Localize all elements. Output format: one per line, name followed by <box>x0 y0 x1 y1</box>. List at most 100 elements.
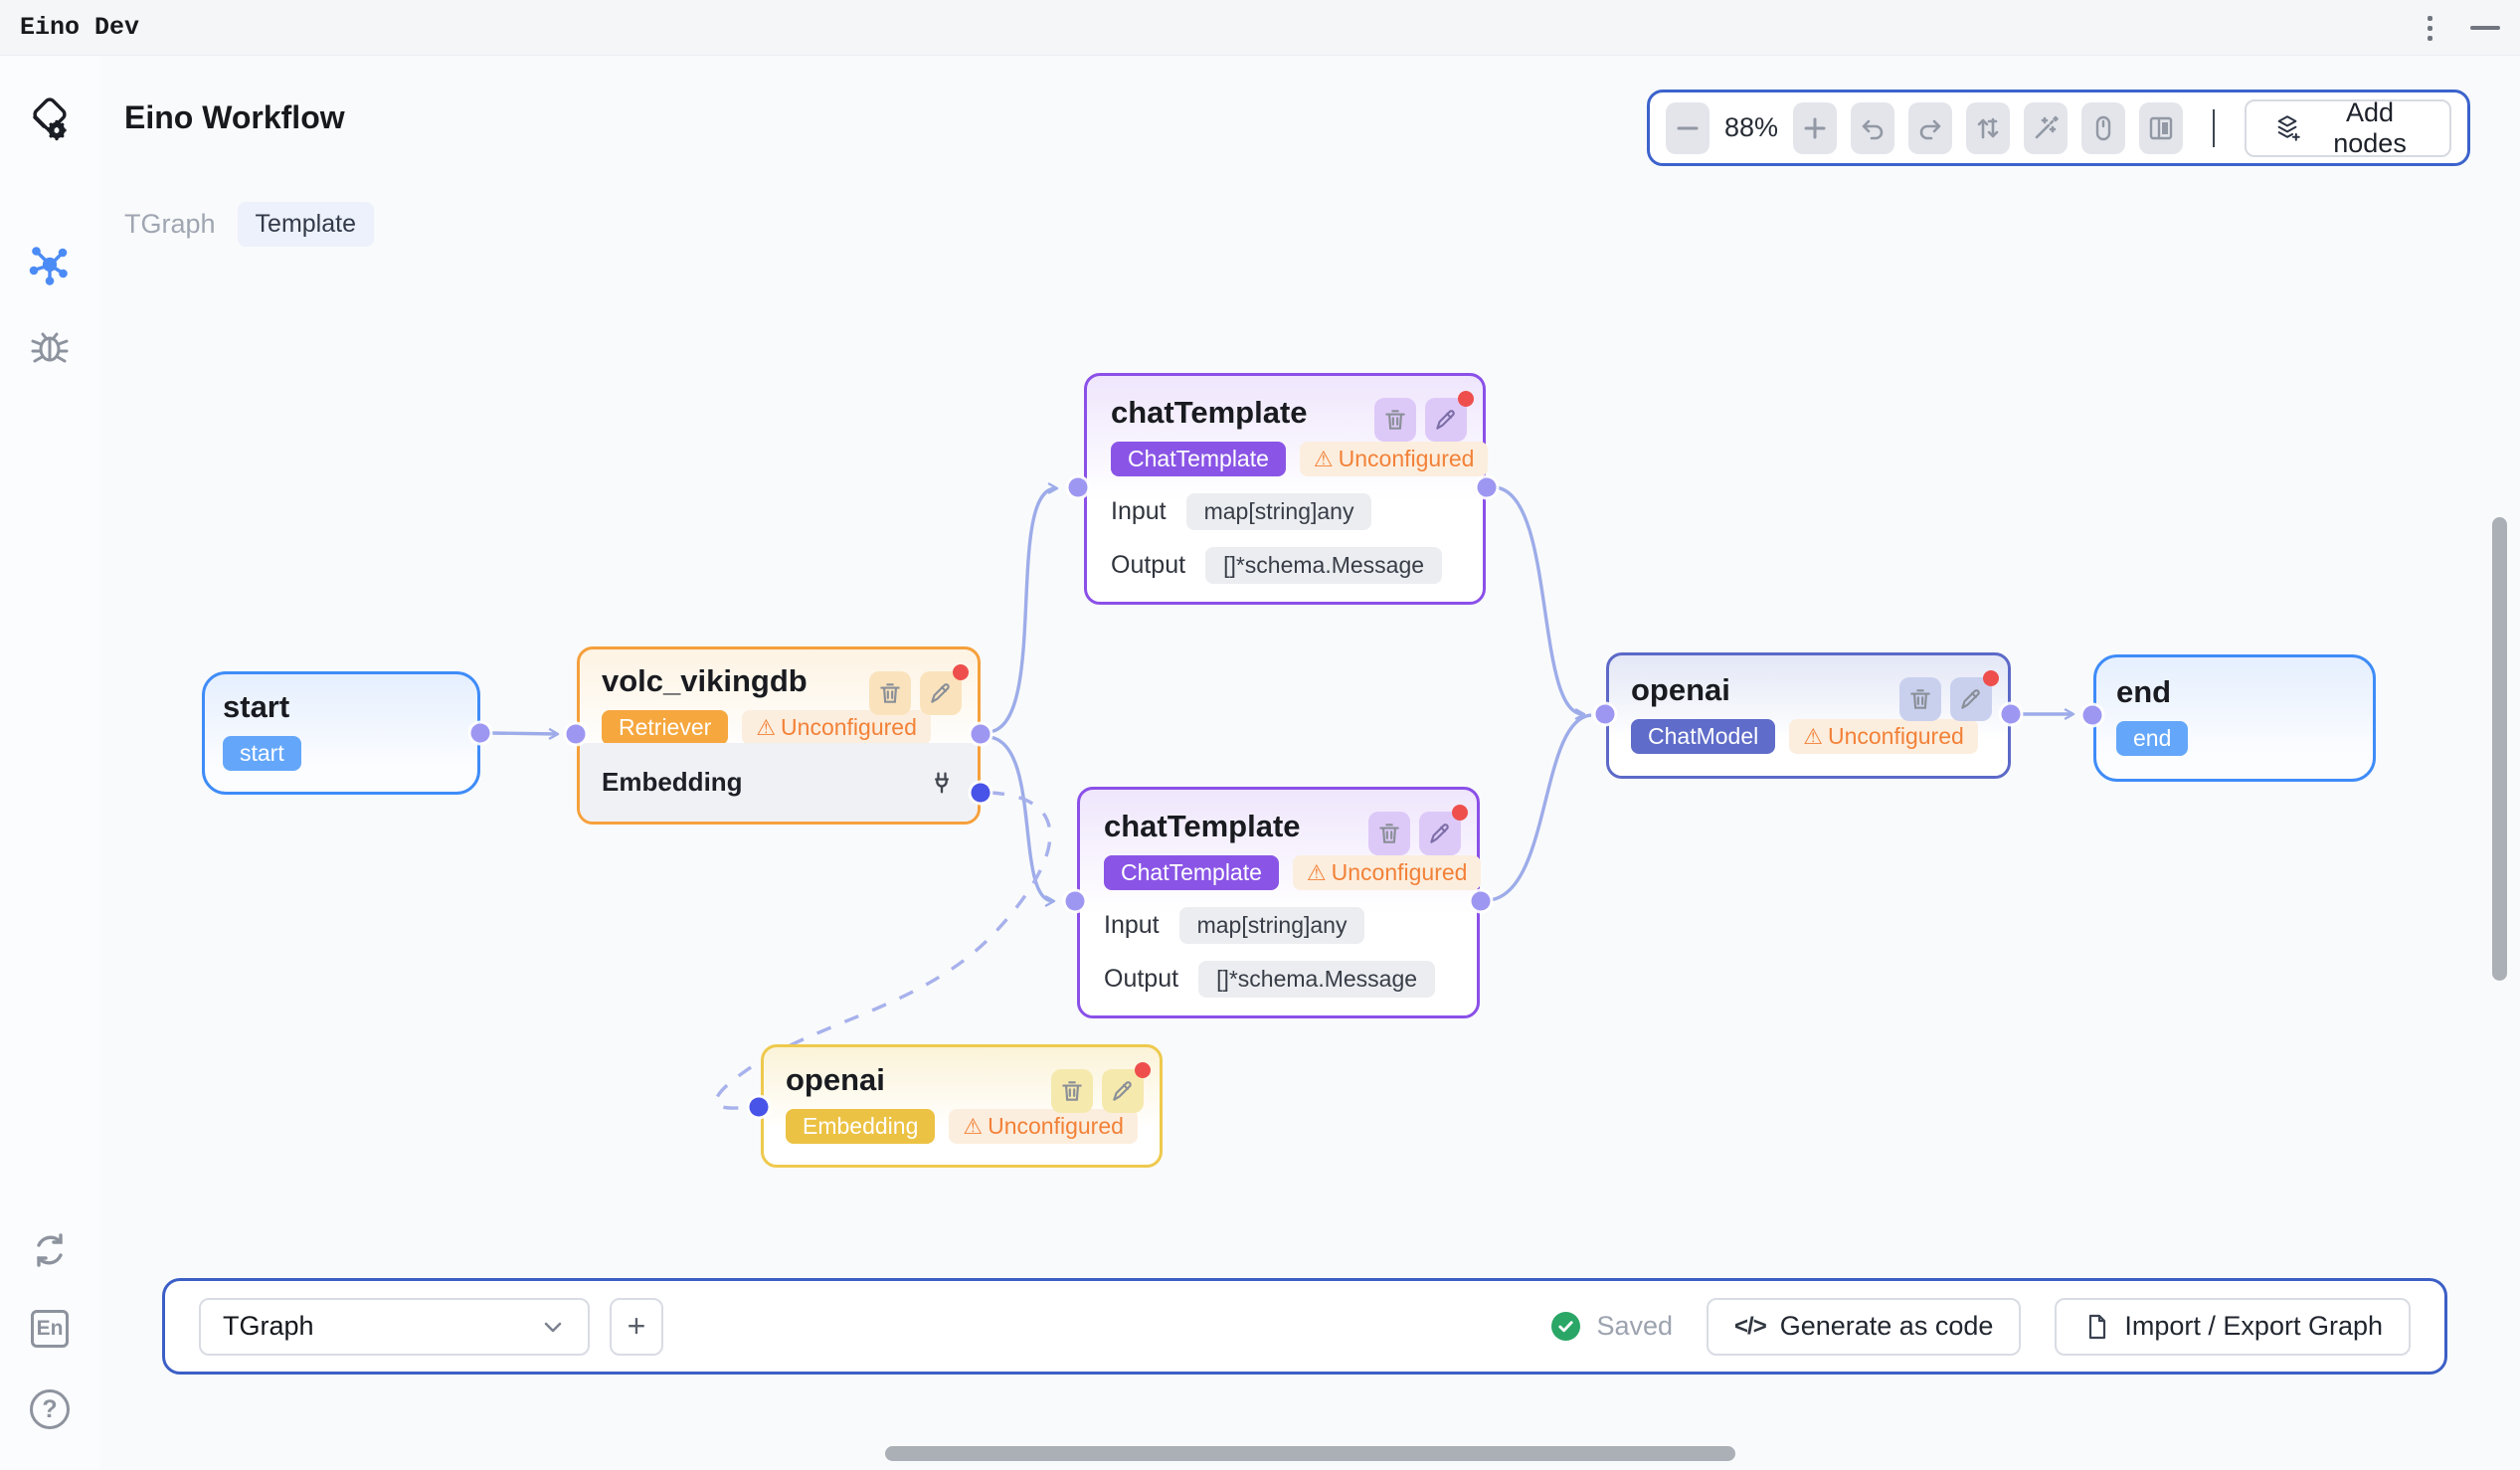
port-volc-embedding[interactable] <box>972 784 990 803</box>
titlebar: Eino Dev <box>0 0 2520 56</box>
eino-logo-icon[interactable] <box>24 95 76 147</box>
saved-check-icon <box>1551 1312 1580 1341</box>
edge-volc-to-chattemplate-bottom <box>990 737 1053 901</box>
eino-dev-window: Eino Dev <box>0 0 2520 1470</box>
edge-start-to-volc <box>489 733 557 734</box>
workflow-graph-icon[interactable] <box>26 243 74 290</box>
input-type: map[string]any <box>1186 493 1372 530</box>
panel-layout-button[interactable] <box>2139 102 2183 154</box>
unconfigured-dot <box>953 664 969 680</box>
warning-icon: ⚠ <box>1314 447 1334 472</box>
port-chattemplate-top-output[interactable] <box>1478 478 1497 497</box>
vertical-scrollbar[interactable] <box>2492 517 2507 981</box>
tab-tgraph[interactable]: TGraph <box>124 202 216 247</box>
refresh-icon[interactable] <box>27 1227 73 1273</box>
magic-wand-button[interactable] <box>2024 102 2068 154</box>
edit-node-button[interactable] <box>1102 1069 1144 1113</box>
horizontal-scrollbar[interactable] <box>885 1446 1735 1461</box>
app-title: Eino Dev <box>20 13 139 42</box>
port-chattemplate-top-input[interactable] <box>1069 478 1088 497</box>
import-export-graph-label: Import / Export Graph <box>2124 1311 2383 1342</box>
node-title: end <box>2116 674 2353 710</box>
unconfigured-dot <box>1135 1062 1151 1078</box>
port-openai-input[interactable] <box>1596 705 1615 724</box>
port-chattemplate-bottom-input[interactable] <box>1066 892 1085 911</box>
add-nodes-button[interactable]: Add nodes <box>2245 99 2451 157</box>
delete-node-button[interactable] <box>1051 1069 1093 1113</box>
output-type: []*schema.Message <box>1205 547 1442 584</box>
auto-layout-button[interactable] <box>1966 102 2010 154</box>
port-volc-output[interactable] <box>972 725 990 744</box>
unconfigured-dot <box>1458 391 1474 407</box>
language-en-icon[interactable]: En <box>31 1310 69 1348</box>
output-type: []*schema.Message <box>1198 961 1435 998</box>
edit-node-button[interactable] <box>1425 398 1467 442</box>
redo-button[interactable] <box>1908 102 1952 154</box>
embedding-section-label: Embedding <box>602 767 743 798</box>
node-start[interactable]: start start <box>202 671 480 795</box>
minimize-icon[interactable] <box>2470 26 2500 30</box>
canvas-toolbar: 88% Add nodes <box>1647 90 2470 166</box>
node-openai-embedding[interactable]: openai Embedding ⚠Unconfigured <box>761 1044 1163 1168</box>
port-chattemplate-bottom-output[interactable] <box>1472 892 1491 911</box>
node-type-badge: ChatTemplate <box>1104 855 1279 890</box>
graph-footer-bar: TGraph + Saved </> Generate as code Impo… <box>162 1278 2447 1375</box>
edit-node-button[interactable] <box>1950 677 1992 721</box>
add-graph-button[interactable]: + <box>610 1298 663 1356</box>
breadcrumb-tabs: TGraph Template <box>124 202 374 247</box>
unconfigured-badge: ⚠Unconfigured <box>949 1109 1138 1144</box>
edge-chattemplate-bottom-to-openai <box>1490 715 1591 900</box>
edit-node-button[interactable] <box>1419 812 1461 855</box>
node-end[interactable]: end end <box>2093 654 2376 782</box>
port-end-input[interactable] <box>2083 706 2102 725</box>
warning-icon: ⚠ <box>756 715 776 741</box>
port-openai-embedding-input[interactable] <box>750 1098 769 1117</box>
file-icon <box>2082 1313 2110 1341</box>
chevron-down-icon <box>540 1314 566 1340</box>
warning-icon: ⚠ <box>1307 860 1327 886</box>
delete-node-button[interactable] <box>869 671 911 715</box>
help-icon[interactable]: ? <box>30 1389 70 1429</box>
add-nodes-label: Add nodes <box>2316 97 2424 159</box>
zoom-in-button[interactable] <box>1793 102 1837 154</box>
unconfigured-dot <box>1983 670 1999 686</box>
output-label: Output <box>1111 551 1185 580</box>
import-export-graph-button[interactable]: Import / Export Graph <box>2055 1298 2411 1356</box>
delete-node-button[interactable] <box>1374 398 1416 442</box>
node-chattemplate-bottom[interactable]: chatTemplate ChatTemplate ⚠Unconfigured … <box>1077 787 1480 1018</box>
language-en-label: En <box>31 1310 69 1348</box>
window-menu-icon[interactable] <box>2424 12 2436 45</box>
edge-chattemplate-top-to-openai <box>1496 487 1583 714</box>
code-icon: </> <box>1734 1313 1766 1341</box>
mouse-mode-button[interactable] <box>2081 102 2125 154</box>
port-volc-input[interactable] <box>567 725 586 744</box>
port-openai-output[interactable] <box>2002 705 2021 724</box>
delete-node-button[interactable] <box>1899 677 1941 721</box>
node-type-badge: Retriever <box>602 710 728 745</box>
generate-as-code-button[interactable]: </> Generate as code <box>1707 1298 2021 1356</box>
unconfigured-badge: ⚠Unconfigured <box>1293 855 1482 890</box>
zoom-out-button[interactable] <box>1666 102 1710 154</box>
node-type-badge: ChatTemplate <box>1111 442 1286 476</box>
input-type: map[string]any <box>1179 907 1365 944</box>
warning-icon: ⚠ <box>1803 724 1823 750</box>
node-type-badge: Embedding <box>786 1109 935 1144</box>
edit-node-button[interactable] <box>920 671 962 715</box>
node-volc-vikingdb[interactable]: volc_vikingdb Retriever ⚠Unconfigured Em… <box>577 646 981 825</box>
tab-template[interactable]: Template <box>238 202 374 247</box>
graph-selector[interactable]: TGraph <box>199 1298 590 1356</box>
unconfigured-badge: ⚠Unconfigured <box>1300 442 1489 476</box>
output-label: Output <box>1104 965 1178 994</box>
port-start-output[interactable] <box>471 724 490 743</box>
node-chattemplate-top[interactable]: chatTemplate ChatTemplate ⚠Unconfigured … <box>1084 373 1486 605</box>
node-title: start <box>223 689 459 725</box>
input-label: Input <box>1111 497 1167 526</box>
graph-selector-value: TGraph <box>223 1311 314 1342</box>
node-type-badge: ChatModel <box>1631 719 1775 754</box>
delete-node-button[interactable] <box>1368 812 1410 855</box>
embedding-section[interactable]: Embedding <box>580 743 978 822</box>
debug-bug-icon[interactable] <box>27 324 73 370</box>
undo-button[interactable] <box>1851 102 1894 154</box>
node-openai-chatmodel[interactable]: openai ChatModel ⚠Unconfigured <box>1606 652 2011 779</box>
generate-as-code-label: Generate as code <box>1780 1311 1994 1342</box>
